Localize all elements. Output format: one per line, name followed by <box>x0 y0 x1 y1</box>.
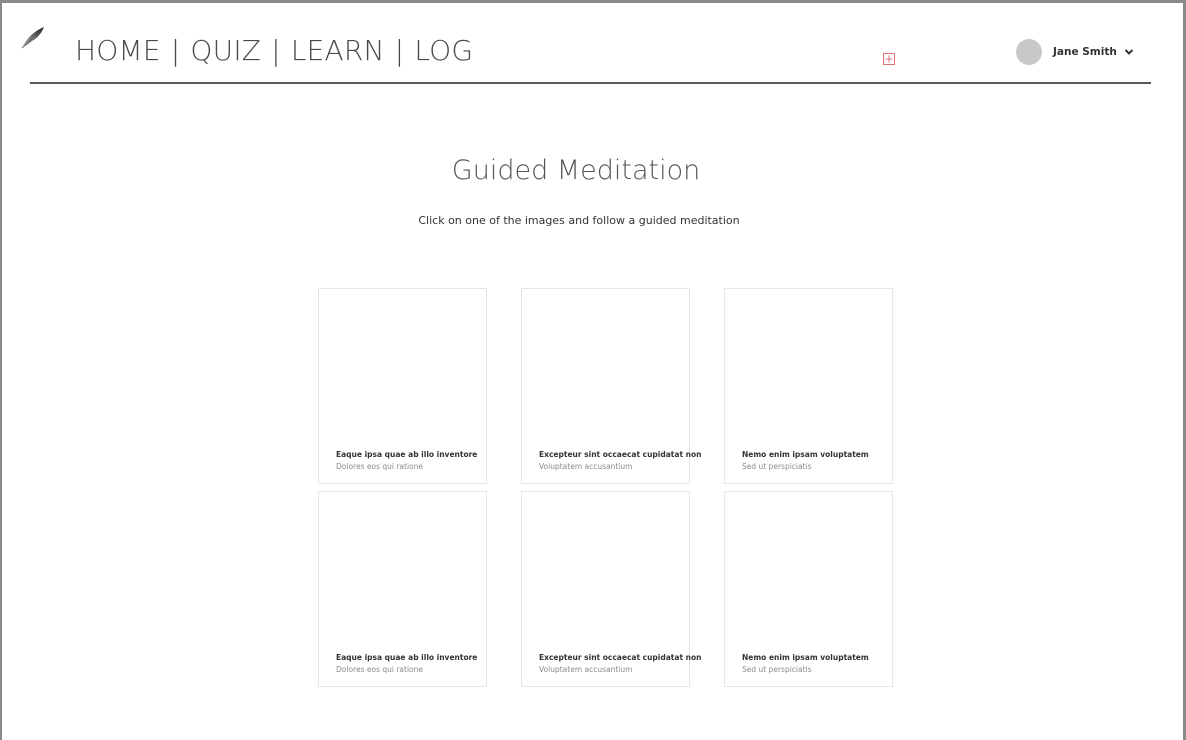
card-title: Eaque ipsa quae ab illo inventore <box>336 450 478 459</box>
card-image[interactable] <box>319 289 486 439</box>
card-image[interactable] <box>522 492 689 642</box>
header-divider <box>30 82 1151 84</box>
meditation-card[interactable]: Nemo enim ipsam voluptatem Sed ut perspi… <box>724 491 893 687</box>
user-name[interactable]: Jane Smith <box>1053 46 1117 58</box>
avatar[interactable] <box>1016 39 1042 65</box>
card-subtitle: Sed ut perspiciatis <box>742 665 812 674</box>
card-image[interactable] <box>522 289 689 439</box>
page-subtitle: Click on one of the images and follow a … <box>418 214 740 227</box>
card-subtitle: Dolores eos qui ratione <box>336 665 423 674</box>
main-nav: HOME | QUIZ | LEARN | LOG <box>75 34 473 67</box>
card-title: Excepteur sint occaecat cupidatat non <box>539 450 702 459</box>
nav-learn[interactable]: LEARN <box>291 34 385 67</box>
card-image[interactable] <box>725 289 892 439</box>
add-box-icon[interactable] <box>883 53 895 65</box>
meditation-card[interactable]: Eaque ipsa quae ab illo inventore Dolore… <box>318 288 487 484</box>
nav-log[interactable]: LOG <box>414 34 473 67</box>
card-image[interactable] <box>725 492 892 642</box>
nav-separator: | <box>170 34 181 67</box>
nav-home[interactable]: HOME <box>75 34 161 67</box>
meditation-card[interactable]: Excepteur sint occaecat cupidatat non Vo… <box>521 491 701 687</box>
card-title: Nemo enim ipsam voluptatem <box>742 653 869 662</box>
feather-icon[interactable] <box>20 26 46 50</box>
nav-quiz[interactable]: QUIZ <box>190 34 261 67</box>
card-subtitle: Voluptatem accusantium <box>539 462 633 471</box>
card-image[interactable] <box>319 492 486 642</box>
chevron-down-icon[interactable] <box>1124 47 1134 57</box>
nav-separator: | <box>271 34 281 67</box>
meditation-card[interactable]: Eaque ipsa quae ab illo inventore Dolore… <box>318 491 487 687</box>
card-title: Excepteur sint occaecat cupidatat non <box>539 653 702 662</box>
nav-separator: | <box>394 34 405 67</box>
meditation-card[interactable]: Excepteur sint occaecat cupidatat non Vo… <box>521 288 701 484</box>
card-subtitle: Sed ut perspiciatis <box>742 462 812 471</box>
card-subtitle: Voluptatem accusantium <box>539 665 633 674</box>
card-title: Nemo enim ipsam voluptatem <box>742 450 869 459</box>
meditation-card[interactable]: Nemo enim ipsam voluptatem Sed ut perspi… <box>724 288 893 484</box>
page-title: Guided Meditation <box>451 155 701 186</box>
meditation-grid: Eaque ipsa quae ab illo inventore Dolore… <box>318 288 895 690</box>
card-subtitle: Dolores eos qui ratione <box>336 462 423 471</box>
user-menu[interactable]: Jane Smith <box>1016 39 1134 65</box>
card-title: Eaque ipsa quae ab illo inventore <box>336 653 478 662</box>
